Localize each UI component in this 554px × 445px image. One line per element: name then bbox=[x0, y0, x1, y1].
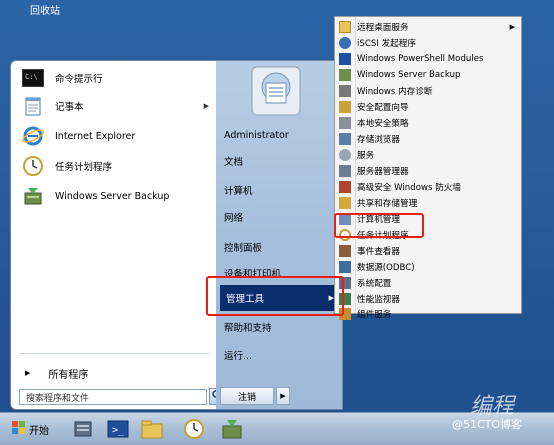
recycle-bin-label[interactable]: 回收站 bbox=[30, 2, 60, 17]
chevron-right-icon: ▶ bbox=[25, 369, 31, 377]
svg-text:C:\: C:\ bbox=[25, 73, 38, 81]
clock-icon[interactable] bbox=[182, 417, 206, 441]
share-icon bbox=[339, 197, 351, 209]
right-item-documents[interactable]: 文档 bbox=[224, 151, 336, 171]
highlight-admin-tools bbox=[206, 276, 344, 316]
folder-icon bbox=[339, 21, 351, 33]
submenu-item-services[interactable]: 服务 bbox=[335, 147, 521, 163]
all-programs-button[interactable]: ▶ 所有程序 bbox=[15, 363, 211, 383]
submenu-item-server-manager[interactable]: 服务器管理器 bbox=[335, 163, 521, 179]
submenu-item-remote-desktop-services[interactable]: 远程桌面服务 ▶ bbox=[335, 19, 521, 35]
submenu-item-server-backup[interactable]: Windows Server Backup bbox=[335, 67, 521, 83]
right-item-computer[interactable]: 计算机 bbox=[224, 180, 336, 200]
pinned-item-ie[interactable]: Internet Explorer bbox=[15, 123, 215, 149]
start-button[interactable]: 开始 bbox=[12, 419, 58, 439]
right-item-network[interactable]: 网络 bbox=[224, 207, 336, 227]
submenu-item-powershell-modules[interactable]: Windows PowerShell Modules bbox=[335, 51, 521, 67]
submenu-item-component-services[interactable]: 组件服务 bbox=[335, 307, 521, 321]
clock-icon bbox=[21, 155, 45, 177]
chevron-right-icon: ▶ bbox=[203, 102, 209, 110]
iscsi-icon bbox=[339, 37, 351, 49]
server-manager-icon bbox=[339, 165, 351, 177]
explorer-folder-icon[interactable] bbox=[140, 417, 164, 441]
storage-icon bbox=[339, 133, 351, 145]
logoff-button[interactable]: 注销 bbox=[220, 387, 274, 405]
powershell-icon[interactable]: >_ bbox=[106, 417, 130, 441]
backup-icon bbox=[21, 185, 45, 207]
policy-icon bbox=[339, 117, 351, 129]
submenu-item-performance-monitor[interactable]: 性能监视器 bbox=[335, 291, 521, 307]
backup-icon bbox=[339, 69, 351, 81]
security-wizard-icon bbox=[339, 101, 351, 113]
submenu-item-security-wizard[interactable]: 安全配置向导 bbox=[335, 99, 521, 115]
submenu-item-event-viewer[interactable]: 事件查看器 bbox=[335, 243, 521, 259]
highlight-task-scheduler bbox=[334, 213, 424, 238]
submenu-item-share-storage[interactable]: 共享和存储管理 bbox=[335, 195, 521, 211]
odbc-icon bbox=[339, 261, 351, 273]
admin-tools-submenu: 远程桌面服务 ▶ iSCSI 发起程序 Windows PowerShell M… bbox=[334, 16, 522, 320]
services-icon bbox=[339, 149, 351, 161]
submenu-item-memory-diagnostic[interactable]: Windows 内存诊断 bbox=[335, 83, 521, 99]
chevron-right-icon: ▶ bbox=[280, 392, 286, 400]
search-placeholder: 搜索程序和文件 bbox=[26, 393, 90, 404]
memory-icon bbox=[339, 85, 351, 97]
server-manager-icon[interactable] bbox=[72, 417, 96, 441]
pinned-item-cmd[interactable]: C:\ 命令提示行 bbox=[15, 65, 215, 91]
right-item-control-panel[interactable]: 控制面板 bbox=[224, 237, 336, 257]
windows-logo-icon bbox=[12, 420, 26, 438]
firewall-icon bbox=[339, 181, 351, 193]
search-input[interactable]: 搜索程序和文件 bbox=[19, 389, 207, 405]
pinned-item-task-scheduler[interactable]: 任务计划程序 bbox=[15, 153, 215, 179]
submenu-item-iscsi[interactable]: iSCSI 发起程序 bbox=[335, 35, 521, 51]
right-item-administrator[interactable]: Administrator bbox=[224, 125, 336, 145]
submenu-item-odbc[interactable]: 数据源(ODBC) bbox=[335, 259, 521, 275]
notepad-icon bbox=[21, 95, 45, 117]
watermark-text: @51CTO博客 bbox=[452, 418, 523, 431]
pinned-item-server-backup[interactable]: Windows Server Backup bbox=[15, 183, 215, 209]
separator bbox=[19, 353, 209, 354]
pinned-item-notepad[interactable]: 记事本 ▶ bbox=[15, 93, 215, 119]
submenu-item-storage-explorer[interactable]: 存储浏览器 bbox=[335, 131, 521, 147]
powershell-icon bbox=[339, 53, 351, 65]
cmd-icon: C:\ bbox=[21, 67, 45, 89]
chevron-right-icon: ▶ bbox=[509, 23, 515, 31]
backup-icon[interactable] bbox=[220, 417, 244, 441]
right-item-help-support[interactable]: 帮助和支持 bbox=[224, 317, 336, 337]
shutdown-options-button[interactable]: ▶ bbox=[276, 387, 290, 405]
event-viewer-icon bbox=[339, 245, 351, 257]
svg-text:>_: >_ bbox=[112, 425, 125, 436]
ie-icon bbox=[21, 125, 45, 147]
start-menu-left-pane: C:\ 命令提示行 记事本 ▶ Internet Explorer 任务计划程序… bbox=[10, 60, 225, 410]
user-picture[interactable] bbox=[250, 65, 302, 117]
start-menu-right-pane: Administrator 文档 计算机 网络 控制面板 设备和打印机 管理工具… bbox=[216, 60, 343, 410]
submenu-item-firewall[interactable]: 高级安全 Windows 防火墙 bbox=[335, 179, 521, 195]
submenu-item-local-security-policy[interactable]: 本地安全策略 bbox=[335, 115, 521, 131]
submenu-item-system-config[interactable]: 系统配置 bbox=[335, 275, 521, 291]
right-item-run[interactable]: 运行... bbox=[224, 345, 336, 365]
